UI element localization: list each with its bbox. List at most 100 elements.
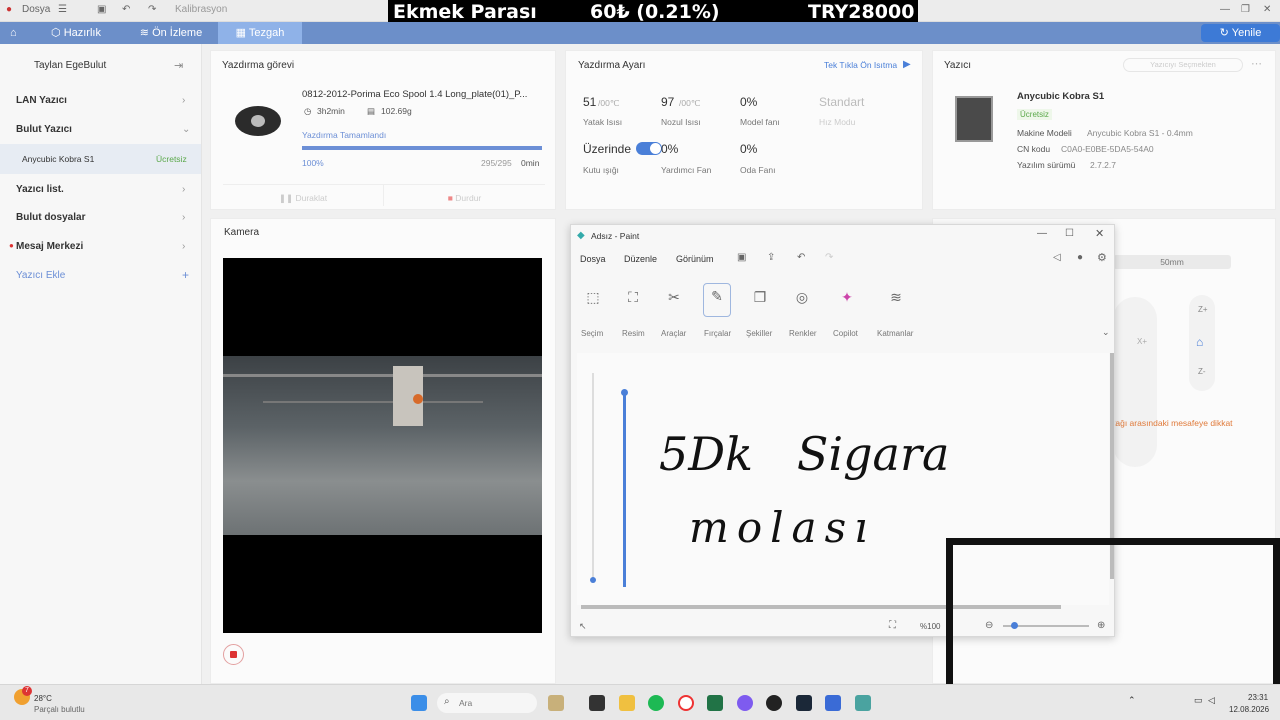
close-icon[interactable]: ✕ (1263, 4, 1271, 15)
brushes-tool[interactable]: ✎ (703, 283, 731, 317)
selection-tool[interactable]: ⬚ (581, 289, 605, 313)
step-selector[interactable]: 50mm (1113, 255, 1231, 269)
redo-icon[interactable]: ↷ (148, 4, 156, 15)
save-icon[interactable]: ▣ (737, 252, 746, 263)
tray-chevron-icon[interactable]: ⌃ (1128, 695, 1136, 706)
menu-icon[interactable]: ☰ (58, 4, 67, 15)
aux-fan-value[interactable]: 0% (661, 142, 678, 156)
opera-icon[interactable] (678, 695, 694, 711)
progress-fill (302, 146, 542, 150)
undo-icon[interactable]: ↶ (122, 4, 130, 15)
minimize-icon[interactable]: — (1220, 4, 1230, 15)
stop-icon: ■ (447, 193, 453, 203)
fit-screen-icon[interactable]: ⛶ (889, 620, 896, 631)
sidebar-printer-row[interactable]: Anycubic Kobra S1 Ücretsiz (0, 144, 201, 174)
tab-preview[interactable]: ≋ Ön İzleme (126, 22, 216, 44)
bed-temp: 51 (583, 95, 597, 109)
maximize-icon[interactable]: ☐ (1065, 228, 1074, 239)
sidebar-item-printer-list[interactable]: Yazıcı list. (16, 184, 64, 195)
paint-icon: ◆ (577, 230, 585, 241)
layers-icon[interactable]: ≋ (884, 289, 908, 313)
box-light-toggle[interactable] (636, 142, 662, 155)
zoom-value[interactable]: %100 (920, 622, 940, 631)
paint-menu-view[interactable]: Görünüm (676, 254, 714, 264)
speed-mode-value[interactable]: Standart (819, 95, 864, 109)
printer-name: Anycubic Kobra S1 (22, 154, 95, 164)
app-icon[interactable] (589, 695, 605, 711)
chevron-right-icon: › (182, 184, 186, 195)
save-icon[interactable]: ▣ (97, 4, 106, 15)
more-icon[interactable]: ⋯ (1251, 57, 1262, 70)
chevron-down-icon[interactable]: ⌄ (1102, 327, 1110, 338)
search-icon: ⌕ (444, 696, 450, 707)
stop-button[interactable]: ■ Durdur (383, 184, 545, 206)
sidebar-item-messages[interactable]: Mesaj Merkezi (16, 241, 83, 252)
redo-icon[interactable]: ↷ (825, 252, 833, 263)
copilot-icon[interactable]: ✦ (835, 289, 859, 313)
paint-menu-file[interactable]: Dosya (580, 254, 606, 264)
sidebar-item-add-printer[interactable]: Yazıcı Ekle (16, 270, 65, 281)
tool-label-tools: Araçlar (661, 329, 687, 338)
image-tool[interactable]: ⛶ (621, 289, 645, 313)
pause-button[interactable]: ❚❚ Duraklat (223, 184, 383, 206)
volume-icon[interactable]: ◁ (1208, 695, 1215, 706)
model-fan-label: Model fanı (740, 117, 780, 127)
slicer-icon[interactable] (825, 695, 841, 711)
box-light-label: Kutu ışığı (583, 165, 619, 175)
room-fan-value[interactable]: 0% (740, 142, 757, 156)
paint-menu-edit[interactable]: Düzenle (624, 254, 657, 264)
sidebar-item-lan[interactable]: LAN Yazıcı (16, 95, 67, 106)
obs-icon[interactable] (766, 695, 782, 711)
chevron-right-icon: › (182, 241, 186, 252)
clock-time[interactable]: 23:31 (1248, 693, 1268, 702)
refresh-button[interactable]: ↻ Yenile (1201, 24, 1280, 42)
sidebar-item-cloud-files[interactable]: Bulut dosyalar (16, 212, 85, 223)
plus-icon[interactable]: + (182, 268, 189, 282)
home-icon[interactable]: ⌂ (10, 22, 17, 44)
x-plus-button[interactable]: X+ (1137, 337, 1147, 346)
network-icon[interactable]: ▭ (1194, 695, 1203, 706)
maximize-icon[interactable]: ❐ (1241, 4, 1250, 15)
undo-icon[interactable]: ↶ (797, 252, 805, 263)
excel-icon[interactable] (707, 695, 723, 711)
paint-taskbar-icon[interactable] (855, 695, 871, 711)
colors-tool[interactable]: ◎ (790, 289, 814, 313)
steam-icon[interactable] (796, 695, 812, 711)
tab-prepare[interactable]: ⬡ Hazırlık (40, 22, 112, 44)
tab-workbench[interactable]: ▦ Tezgah (218, 22, 302, 44)
z-up-button[interactable]: Z+ (1198, 305, 1208, 314)
home-icon[interactable]: ⌂ (1196, 335, 1203, 349)
switch-printer-button[interactable]: Yazıcıyı Seçmekten (1123, 58, 1243, 72)
size-slider[interactable] (592, 373, 594, 583)
file-explorer-icon[interactable] (619, 695, 635, 711)
settings-icon[interactable]: ⚙ (1097, 251, 1107, 264)
overlay-item: Ekmek Parası (393, 1, 537, 23)
bed-target[interactable]: /00℃ (598, 98, 619, 109)
clock-date[interactable]: 12.08.2026 (1229, 705, 1269, 714)
logout-icon[interactable]: ⇥ (174, 59, 183, 72)
opacity-slider[interactable] (623, 391, 626, 587)
record-button[interactable] (223, 644, 244, 665)
widget-app-icon[interactable] (548, 695, 564, 711)
tools-icon[interactable]: ✂ (662, 289, 686, 313)
spotify-icon[interactable] (648, 695, 664, 711)
menu-file[interactable]: Dosya (22, 4, 50, 15)
close-icon[interactable]: ✕ (1095, 227, 1104, 240)
profile-icon[interactable]: ● (1077, 252, 1083, 263)
shapes-tool[interactable]: ❐ (748, 289, 772, 313)
nozzle-target[interactable]: /00℃ (679, 98, 700, 109)
discord-icon[interactable] (737, 695, 753, 711)
megaphone-icon[interactable]: ◁ (1053, 252, 1061, 263)
preheat-button[interactable]: Tek Tıkla Ön Isıtma (824, 60, 897, 70)
calibration-button[interactable]: Kalibrasyon (175, 4, 227, 15)
minimize-icon[interactable]: — (1037, 228, 1047, 239)
search-placeholder: Ara (459, 698, 473, 708)
weather-icon[interactable]: 7 (14, 686, 32, 705)
z-down-button[interactable]: Z- (1198, 367, 1206, 376)
share-icon[interactable]: ⇪ (767, 252, 775, 263)
sidebar-item-cloud[interactable]: Bulut Yazıcı (16, 124, 72, 135)
tool-label-image: Resim (622, 329, 645, 338)
start-icon[interactable] (411, 695, 427, 711)
search-box[interactable]: ⌕ Ara (437, 693, 537, 713)
model-fan-value[interactable]: 0% (740, 95, 757, 109)
